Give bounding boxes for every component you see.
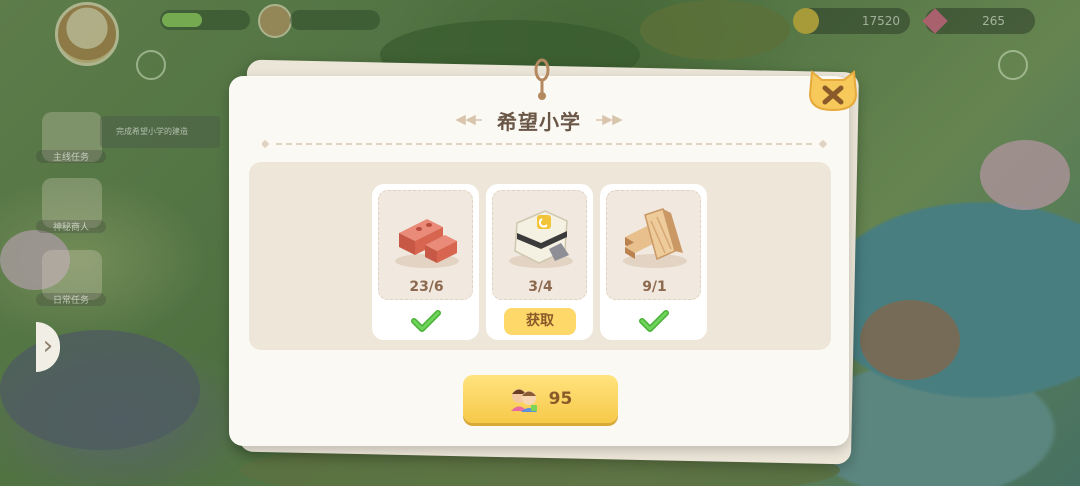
material-count: 9/1 bbox=[642, 279, 667, 295]
build-cost-value: 95 bbox=[548, 389, 573, 409]
title-divider bbox=[262, 140, 828, 148]
friend-avatar[interactable] bbox=[258, 4, 292, 38]
hanger-hook-icon bbox=[534, 58, 550, 100]
side-menu-label: 主线任务 bbox=[36, 150, 106, 163]
check-icon bbox=[639, 310, 669, 332]
coin-counter[interactable]: 17520 bbox=[793, 8, 910, 34]
material-item-wood[interactable]: 9/1 bbox=[600, 184, 707, 340]
gem-counter[interactable]: 265 bbox=[925, 8, 1035, 34]
material-slot: 3/4 bbox=[492, 190, 587, 300]
side-menu-label: 神秘商人 bbox=[36, 220, 106, 233]
material-slot: 9/1 bbox=[606, 190, 701, 300]
title-deco-left-icon bbox=[455, 114, 482, 126]
material-count: 3/4 bbox=[528, 279, 553, 295]
scroll-left-icon[interactable] bbox=[136, 50, 166, 80]
dialog-header: 希望小学 bbox=[229, 106, 849, 134]
material-item-cement[interactable]: 3/4 获取 bbox=[486, 184, 593, 340]
scroll-right-icon[interactable] bbox=[998, 50, 1028, 80]
get-material-button[interactable]: 获取 bbox=[504, 308, 576, 335]
side-menu-label: 日常任务 bbox=[36, 293, 106, 306]
level-progress-bar bbox=[160, 10, 250, 30]
energy-bar bbox=[290, 10, 380, 30]
material-item-brick[interactable]: 23/6 bbox=[372, 184, 479, 340]
dialog-title: 希望小学 bbox=[497, 109, 581, 134]
cat-close-icon bbox=[808, 70, 858, 112]
player-avatar[interactable] bbox=[55, 2, 119, 66]
wood-planks-icon bbox=[623, 208, 687, 268]
cement-bag-icon bbox=[509, 210, 573, 268]
workers-icon bbox=[510, 389, 537, 412]
brick-icon bbox=[395, 219, 459, 268]
task-banner[interactable]: 完成希望小学的建造 bbox=[100, 116, 220, 148]
check-icon bbox=[411, 310, 441, 332]
material-slot: 23/6 bbox=[378, 190, 473, 300]
close-button[interactable] bbox=[806, 62, 860, 114]
build-button[interactable]: 95 bbox=[463, 375, 618, 423]
materials-list: 23/6 3/4 获取 9/1 bbox=[372, 184, 707, 340]
title-deco-right-icon bbox=[596, 114, 623, 126]
material-count: 23/6 bbox=[409, 279, 444, 295]
